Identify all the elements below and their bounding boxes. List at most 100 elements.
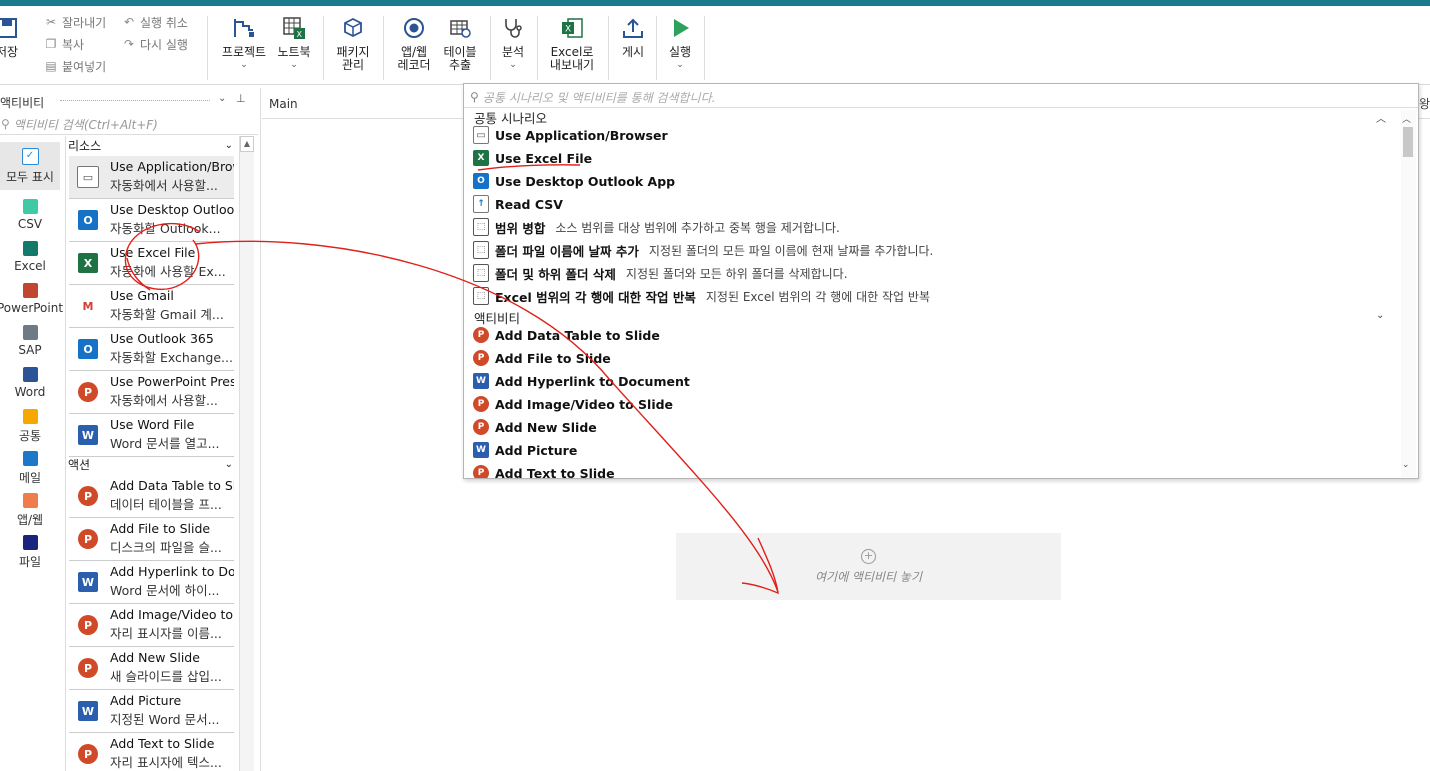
check-icon: ✓: [21, 148, 39, 165]
activity-list-item[interactable]: M Use Gmail 자동화할 Gmail 계...: [69, 285, 234, 328]
popup-result-item[interactable]: P Add Text to Slide: [473, 462, 615, 478]
category-item[interactable]: Excel: [0, 241, 60, 277]
category-item[interactable]: PowerPoint: [0, 283, 63, 319]
activity-list-item[interactable]: P Add File to Slide 디스크의 파일을 슬...: [69, 518, 234, 561]
activity-list-item[interactable]: P Add Image/Video to 자리 표시자를 이름...: [69, 604, 234, 647]
category-color-icon: [22, 493, 38, 508]
category-color-icon: [22, 199, 38, 214]
activity-list-item[interactable]: P Add Text to Slide 자리 표시자에 텍스...: [69, 733, 234, 771]
activity-list-item[interactable]: W Add Hyperlink to Do Word 문서에 하이...: [69, 561, 234, 604]
gmail-icon: M: [78, 296, 98, 316]
activity-list-item[interactable]: O Use Outlook 365 자동화할 Exchange...: [69, 328, 234, 371]
activity-list-item[interactable]: W Add Picture 지정된 Word 문서...: [69, 690, 234, 733]
popup-search-input[interactable]: ⚲ 공통 시나리오 및 액티비티를 통해 검색합니다.: [470, 88, 1410, 106]
copy-button[interactable]: ❐ 복사: [44, 34, 84, 54]
powerpoint-icon: P: [78, 529, 98, 549]
package-label: 패키지 관리: [336, 45, 370, 72]
excel-icon: X: [78, 253, 98, 273]
panel-grip[interactable]: [60, 100, 210, 101]
redo-button[interactable]: ↷ 다시 실행: [122, 34, 188, 54]
popup-result-item[interactable]: ▭ Use Application/Browser: [473, 124, 668, 146]
save-label: 저장: [0, 45, 19, 59]
popup-result-item[interactable]: W Add Hyperlink to Document: [473, 370, 690, 392]
activity-list: 리소스 ⌄ ▭ Use Application/Brow 자동화에서 사용할... O…: [66, 136, 237, 771]
chevron-down-icon[interactable]: ⌄: [1402, 460, 1410, 470]
publish-button[interactable]: 게시: [614, 14, 652, 59]
run-label: 실행: [668, 45, 692, 59]
notebook-button[interactable]: X 노트북 ⌄: [272, 14, 316, 70]
activity-list-scrollbar[interactable]: ▲: [239, 136, 254, 771]
popup-scrollbar[interactable]: ︿ ⌄: [1401, 110, 1416, 477]
activity-item-description: 자동화할 Outlook...: [110, 221, 221, 236]
application-browser-icon: ▭: [473, 126, 489, 144]
activity-list-item[interactable]: P Add New Slide 새 슬라이드를 삽입...: [69, 647, 234, 690]
popup-result-item[interactable]: X Use Excel File: [473, 147, 592, 169]
popup-result-item[interactable]: ⬚ 범위 병합 소스 범위를 대상 범위에 추가하고 중복 행을 제거합니다.: [473, 216, 840, 238]
panel-dropdown-icon[interactable]: ⌄: [218, 93, 226, 104]
category-item[interactable]: 공통: [0, 409, 60, 445]
outlook-icon: O: [78, 339, 98, 359]
popup-result-description: 지정된 Excel 범위의 각 행에 대한 작업 반복: [705, 289, 930, 304]
popup-result-item[interactable]: ⬚ 폴더 및 하위 폴더 삭제 지정된 폴더와 모든 하위 폴더를 삭제합니다.: [473, 262, 848, 284]
activity-drop-zone[interactable]: + 여기에 액티비티 놓기: [676, 533, 1061, 600]
activity-item-title: Use Excel File: [110, 245, 196, 260]
actions-section-header[interactable]: 액션 ⌄: [68, 455, 233, 473]
scroll-up-arrow-icon[interactable]: ▲: [240, 136, 254, 152]
category-show-all[interactable]: ✓ 모두 표시: [0, 142, 60, 190]
save-button[interactable]: 저장: [0, 14, 22, 59]
category-color-icon: [22, 409, 38, 424]
popup-result-item[interactable]: ⬚ Excel 범위의 각 행에 대한 작업 반복 지정된 Excel 범위의 각 …: [473, 285, 930, 307]
popup-result-item[interactable]: ↑ Read CSV: [473, 193, 563, 215]
category-item[interactable]: SAP: [0, 325, 60, 361]
drop-zone-label: 여기에 액티비티 놓기: [815, 569, 922, 584]
popup-result-item[interactable]: ⬚ 폴더 파일 이름에 날짜 추가 지정된 폴더의 모든 파일 이름에 현재 날짜를…: [473, 239, 933, 261]
plus-circle-icon: +: [861, 548, 876, 564]
chevron-down-icon[interactable]: ⌄: [1376, 310, 1384, 321]
analyze-button[interactable]: 분석 ⌄: [495, 14, 531, 70]
activity-search-input[interactable]: ⚲ 액티비티 검색(Ctrl+Alt+F): [0, 114, 258, 135]
run-button[interactable]: 실행 ⌄: [661, 14, 699, 70]
popup-result-icon-wrap: ⬚: [473, 264, 489, 282]
pin-icon[interactable]: ⊥: [236, 92, 246, 105]
project-button[interactable]: 프로젝트 ⌄: [218, 14, 270, 70]
popup-result-title: 폴더 파일 이름에 날짜 추가: [495, 243, 639, 259]
popup-result-item[interactable]: W Add Picture: [473, 439, 577, 461]
main-tab[interactable]: Main: [269, 97, 298, 111]
export-to-excel-button[interactable]: X Excel로 내보내기: [543, 14, 601, 72]
category-item[interactable]: 앱/웹: [0, 493, 60, 529]
table-extract-button[interactable]: 테이블 추출: [438, 14, 482, 72]
generic-activity-icon: ⬚: [473, 287, 489, 305]
app-web-recorder-button[interactable]: 앱/웹 레코더: [392, 14, 436, 72]
popup-result-item[interactable]: P Add New Slide: [473, 416, 597, 438]
popup-result-item[interactable]: P Add File to Slide: [473, 347, 611, 369]
activity-search-popup: ⚲ 공통 시나리오 및 액티비티를 통해 검색합니다. 공통 시나리오 ︿ ▭ U…: [463, 83, 1419, 479]
category-item[interactable]: Word: [0, 367, 60, 403]
activity-item-description: Word 문서에 하이...: [110, 583, 220, 598]
popup-result-item[interactable]: O Use Desktop Outlook App: [473, 170, 675, 192]
popup-scroll-thumb[interactable]: [1403, 127, 1413, 157]
cut-button[interactable]: ✂ 잘라내기: [44, 12, 106, 32]
popup-result-item[interactable]: P Add Data Table to Slide: [473, 324, 660, 346]
popup-result-item[interactable]: P Add Image/Video to Slide: [473, 393, 673, 415]
activity-list-item[interactable]: ▭ Use Application/Brow 자동화에서 사용할...: [69, 156, 234, 199]
chevron-up-icon[interactable]: ︿: [1376, 110, 1386, 125]
undo-button[interactable]: ↶ 실행 취소: [122, 12, 188, 32]
popup-result-icon-wrap: ↑: [473, 195, 489, 213]
app-web-recorder-label: 앱/웹 레코더: [397, 45, 431, 72]
category-item[interactable]: 파일: [0, 535, 60, 571]
activity-list-item[interactable]: O Use Desktop Outlool 자동화할 Outlook...: [69, 199, 234, 242]
activity-list-item[interactable]: P Use PowerPoint Pres 자동화에서 사용할...: [69, 371, 234, 414]
activity-item-description: 지정된 Word 문서...: [110, 712, 220, 727]
activity-list-item[interactable]: P Add Data Table to Sl 데이터 테이블을 프...: [69, 475, 234, 518]
package-manage-button[interactable]: 패키지 관리: [330, 14, 376, 72]
play-icon: [666, 14, 694, 42]
paste-button[interactable]: ▤ 붙여넣기: [44, 56, 106, 76]
ribbon-separator: [656, 16, 657, 80]
notebook-excel-icon: X: [280, 14, 308, 42]
chevron-up-icon[interactable]: ︿: [1402, 112, 1411, 125]
activity-list-item[interactable]: W Use Word File Word 문서를 열고...: [69, 414, 234, 457]
category-item[interactable]: 메일: [0, 451, 60, 487]
resources-section-header[interactable]: 리소스 ⌄: [68, 136, 233, 154]
activity-list-item[interactable]: X Use Excel File 자동화에 사용할 Ex...: [69, 242, 234, 285]
category-item[interactable]: CSV: [0, 199, 60, 235]
